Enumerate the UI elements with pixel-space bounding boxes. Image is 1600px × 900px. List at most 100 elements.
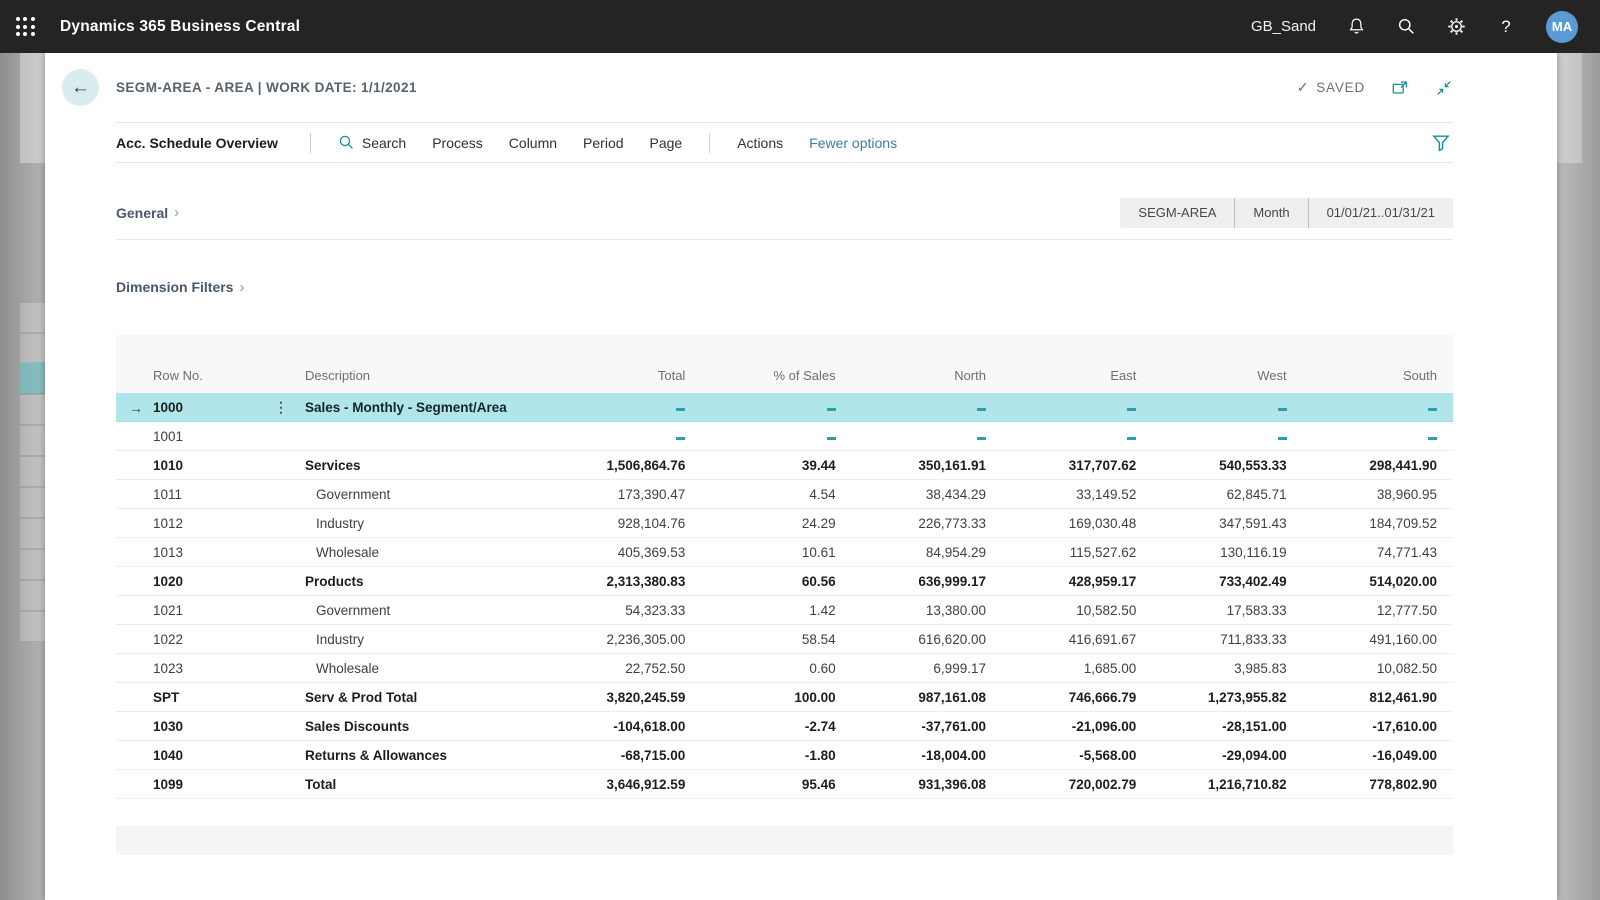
value-cell[interactable]: 13,380.00 [852,603,1002,618]
value-cell[interactable] [852,400,1002,415]
back-button[interactable]: ← [62,69,99,106]
value-cell[interactable]: 347,591.43 [1152,516,1302,531]
settings-gear-icon[interactable] [1446,17,1466,37]
description-cell[interactable]: Sales Discounts [301,719,551,734]
row-no-cell[interactable]: 1023 [116,661,261,676]
value-cell[interactable]: 10.61 [701,545,851,560]
table-row[interactable]: 1022Industry2,236,305.0058.54616,620.004… [116,625,1453,654]
toolbar-search-button[interactable]: Search [338,134,406,151]
value-cell[interactable]: -21,096.00 [1002,719,1152,734]
toolbar-fewer-options[interactable]: Fewer options [809,135,897,151]
value-cell[interactable]: -68,715.00 [551,748,701,763]
toolbar-column-menu[interactable]: Column [509,135,557,151]
value-cell[interactable]: 1,216,710.82 [1152,777,1302,792]
description-cell[interactable]: Serv & Prod Total [301,690,551,705]
value-cell[interactable]: 38,960.95 [1303,487,1453,502]
dimension-filters-toggle[interactable]: Dimension Filters › [116,279,244,296]
table-row[interactable]: 1023Wholesale22,752.500.606,999.171,685.… [116,654,1453,683]
value-cell[interactable]: 74,771.43 [1303,545,1453,560]
value-cell[interactable]: 95.46 [701,777,851,792]
description-cell[interactable]: Government [301,603,551,618]
description-cell[interactable]: Products [301,574,551,589]
description-cell[interactable]: Returns & Allowances [301,748,551,763]
toolbar-period-menu[interactable]: Period [583,135,623,151]
value-cell[interactable]: -104,618.00 [551,719,701,734]
user-avatar[interactable]: MA [1546,11,1578,43]
description-cell[interactable]: Services [301,458,551,473]
row-no-cell[interactable]: 1013 [116,545,261,560]
row-no-cell[interactable]: 1020 [116,574,261,589]
value-cell[interactable]: -28,151.00 [1152,719,1302,734]
collapse-window-icon[interactable] [1435,79,1453,97]
value-cell[interactable]: 84,954.29 [852,545,1002,560]
value-cell[interactable]: 987,161.08 [852,690,1002,705]
description-cell[interactable]: Total [301,777,551,792]
row-no-cell[interactable]: 1012 [116,516,261,531]
value-cell[interactable]: 746,666.79 [1002,690,1152,705]
value-cell[interactable]: -37,761.00 [852,719,1002,734]
value-cell[interactable]: 22,752.50 [551,661,701,676]
value-cell[interactable]: -1.80 [701,748,851,763]
description-cell[interactable]: Wholesale [301,661,551,676]
description-cell[interactable]: Industry [301,516,551,531]
value-cell[interactable]: -16,049.00 [1303,748,1453,763]
row-no-cell[interactable]: 1011 [116,487,261,502]
help-icon[interactable]: ? [1496,17,1516,37]
value-cell[interactable]: 24.29 [701,516,851,531]
value-cell[interactable] [701,400,851,415]
toolbar-process-menu[interactable]: Process [432,135,483,151]
value-cell[interactable]: 3,985.83 [1152,661,1302,676]
value-cell[interactable]: 1,506,864.76 [551,458,701,473]
acc-schedule-filter[interactable]: SEGM-AREA [1120,198,1234,228]
value-cell[interactable] [1002,400,1152,415]
value-cell[interactable]: 3,646,912.59 [551,777,701,792]
kebab-menu-icon[interactable]: ⋮ [261,399,301,416]
value-cell[interactable]: 130,116.19 [1152,545,1302,560]
value-cell[interactable]: 931,396.08 [852,777,1002,792]
value-cell[interactable]: 60.56 [701,574,851,589]
notifications-bell-icon[interactable] [1346,17,1366,37]
filter-funnel-icon[interactable] [1431,133,1451,153]
environment-name[interactable]: GB_Sand [1251,18,1316,35]
value-cell[interactable]: 169,030.48 [1002,516,1152,531]
table-row[interactable]: SPTServ & Prod Total3,820,245.59100.0098… [116,683,1453,712]
value-cell[interactable]: 226,773.33 [852,516,1002,531]
value-cell[interactable]: 3,820,245.59 [551,690,701,705]
toolbar-actions-menu[interactable]: Actions [737,135,783,151]
value-cell[interactable]: 2,236,305.00 [551,632,701,647]
row-no-cell[interactable]: 1030 [116,719,261,734]
value-cell[interactable]: 33,149.52 [1002,487,1152,502]
row-no-cell[interactable]: SPT [116,690,261,705]
value-cell[interactable]: 720,002.79 [1002,777,1152,792]
value-cell[interactable]: 115,527.62 [1002,545,1152,560]
value-cell[interactable]: 1.42 [701,603,851,618]
table-row[interactable]: 1040 Returns & Allowances-68,715.00-1.80 -… [116,741,1453,770]
value-cell[interactable]: -5,568.00 [1002,748,1152,763]
value-cell[interactable]: 298,441.90 [1303,458,1453,473]
value-cell[interactable]: 733,402.49 [1152,574,1302,589]
value-cell[interactable] [1152,400,1302,415]
value-cell[interactable]: 428,959.17 [1002,574,1152,589]
row-no-cell[interactable]: 1022 [116,632,261,647]
row-no-cell[interactable]: 1001 [116,429,261,444]
value-cell[interactable]: 778,802.90 [1303,777,1453,792]
value-cell[interactable]: 184,709.52 [1303,516,1453,531]
value-cell[interactable]: 514,020.00 [1303,574,1453,589]
table-row[interactable]: 1021Government54,323.331.4213,380.0010,5… [116,596,1453,625]
value-cell[interactable]: 812,461.90 [1303,690,1453,705]
value-cell[interactable]: 928,104.76 [551,516,701,531]
row-no-cell[interactable]: 1099 [116,777,261,792]
table-row[interactable]: 1012 Industry928,104.7624.29226,773.33169… [116,509,1453,538]
value-cell[interactable]: 0.60 [701,661,851,676]
value-cell[interactable]: 2,313,380.83 [551,574,701,589]
value-cell[interactable]: 416,691.67 [1002,632,1152,647]
value-cell[interactable]: 4.54 [701,487,851,502]
value-cell[interactable]: -2.74 [701,719,851,734]
description-cell[interactable]: Wholesale [301,545,551,560]
table-row[interactable]: →1000⋮Sales - Monthly - Segment/Area [116,393,1453,422]
row-no-cell[interactable]: 1040 [116,748,261,763]
value-cell[interactable]: 711,833.33 [1152,632,1302,647]
value-cell[interactable]: -29,094.00 [1152,748,1302,763]
value-cell[interactable] [1002,429,1152,444]
value-cell[interactable] [551,429,701,444]
